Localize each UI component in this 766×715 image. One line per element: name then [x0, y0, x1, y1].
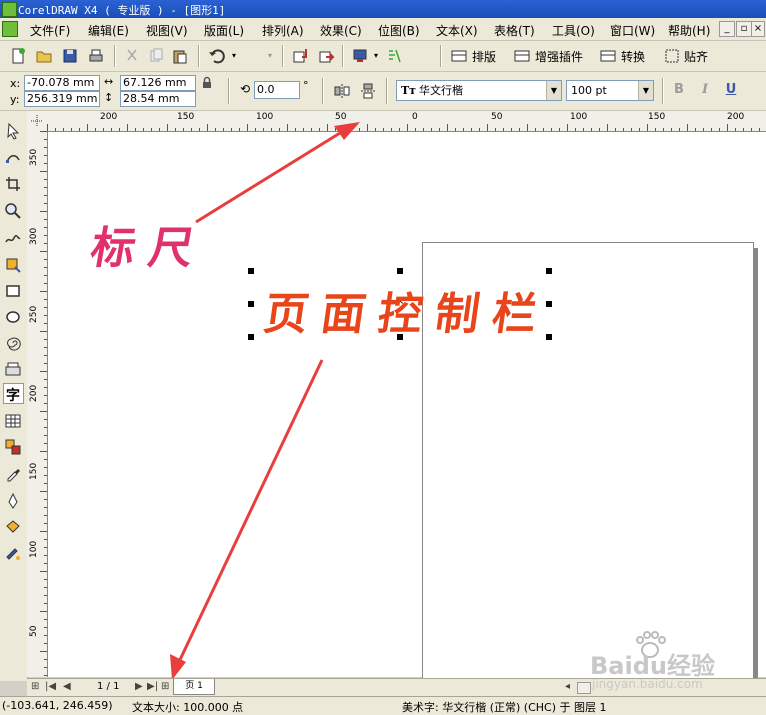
cursor-coordinates: (-103.641, 246.459): [2, 699, 113, 712]
arrow-to-ruler: [195, 131, 341, 224]
watermark-brand: Baidu经验: [590, 652, 715, 680]
object-info-status: 美术字: 华文行楷 (正常) (CHC) 于 图层 1: [402, 701, 607, 714]
insert-page-after-icon[interactable]: ⊞: [161, 681, 169, 692]
status-bar: (-103.641, 246.459) 文本大小: 100.000 点 美术字:…: [0, 696, 766, 715]
previous-page-icon[interactable]: ◀: [63, 681, 71, 692]
next-page-icon[interactable]: ▶: [135, 681, 143, 692]
page-counter: 1 / 1: [97, 681, 120, 692]
watermark-url: jingyan.baidu.com: [592, 677, 703, 691]
annotation-arrows: [170, 122, 360, 680]
last-page-icon[interactable]: ▶|: [147, 681, 158, 692]
first-page-icon[interactable]: |◀: [45, 681, 56, 692]
page-tab[interactable]: 页 1: [173, 679, 215, 695]
arrow-to-ruler-head: [334, 122, 360, 140]
scroll-left-icon[interactable]: ◂: [565, 681, 570, 692]
arrow-to-page-controls: [176, 359, 324, 665]
baidu-watermark: Baidu经验 jingyan.baidu.com: [590, 630, 760, 696]
insert-page-before-icon[interactable]: ⊞: [31, 681, 39, 692]
text-size-status: 文本大小: 100.000 点: [132, 701, 244, 714]
horizontal-scrollbar-thumb[interactable]: [577, 682, 591, 694]
arrow-to-page-controls-head: [170, 654, 186, 680]
